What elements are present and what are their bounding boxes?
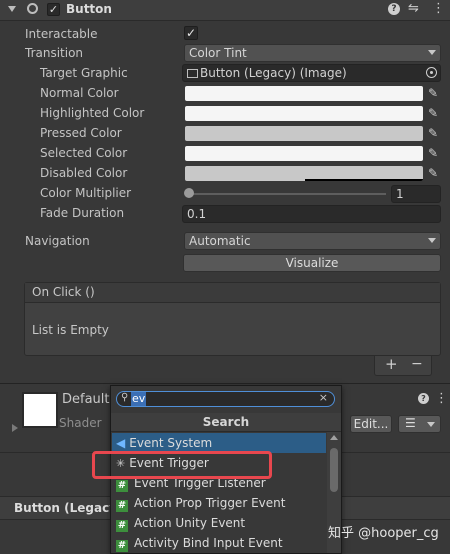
eyedropper-icon[interactable]: ✎ [427, 106, 439, 120]
eyedropper-icon[interactable]: ✎ [427, 86, 439, 100]
transition-dropdown[interactable]: Color Tint [184, 44, 441, 62]
list-item-action-unity-event[interactable]: # Action Unity Event [112, 513, 326, 533]
search-title: Search [202, 415, 250, 429]
interactable-label: Interactable [25, 27, 98, 41]
list-item-label: Action Prop Trigger Event [134, 496, 286, 510]
highlighted-color-swatch[interactable] [185, 106, 423, 121]
script-icon: # [116, 480, 128, 492]
list-item-activity-bind-input-event[interactable]: # Activity Bind Input Event [112, 533, 326, 553]
eyedropper-icon[interactable]: ✎ [427, 146, 439, 160]
remove-listener-button[interactable]: − [411, 356, 423, 372]
edit-label: Edit... [353, 417, 389, 431]
target-graphic-value: Button (Legacy) (Image) [200, 66, 347, 80]
fade-duration-value: 0.1 [187, 207, 207, 221]
selected-color-label: Selected Color [40, 146, 128, 160]
script-icon: # [116, 500, 128, 512]
transition-value: Color Tint [189, 46, 247, 60]
transition-label: Transition [25, 46, 84, 60]
onclick-header-label: On Click () [32, 285, 95, 299]
alpha-bar [305, 179, 423, 181]
bottom-component-title: Button (Legacy) [14, 501, 123, 515]
shader-label: Shader [59, 416, 102, 430]
visualize-label: Visualize [285, 256, 339, 270]
list-item-action-prop-trigger-event[interactable]: # Action Prop Trigger Event [112, 493, 326, 513]
pressed-color-swatch[interactable] [185, 126, 423, 141]
highlighted-color-label: Highlighted Color [40, 106, 145, 120]
component-enabled-icon [27, 3, 38, 14]
component-title: Button [66, 2, 112, 16]
script-icon: # [116, 520, 128, 532]
help-icon[interactable]: ? [418, 393, 429, 404]
list-empty-text: List is Empty [32, 323, 109, 337]
target-graphic-field[interactable]: Button (Legacy) (Image) [182, 64, 441, 82]
clear-search-icon[interactable]: × [319, 391, 328, 404]
navigation-dropdown[interactable]: Automatic [184, 232, 441, 250]
context-menu-icon[interactable]: ⋮ [435, 391, 448, 406]
foldout-arrow-icon[interactable] [12, 424, 18, 432]
fade-duration-label: Fade Duration [40, 206, 125, 220]
material-name: Default [62, 392, 110, 407]
disabled-color-label: Disabled Color [40, 166, 128, 180]
search-header: Search [111, 413, 341, 432]
onclick-event-box: On Click () List is Empty [24, 282, 441, 356]
search-input[interactable]: ⚲ ev × [116, 391, 335, 407]
chevron-down-icon [427, 422, 435, 427]
shader-options-dropdown[interactable]: ☰ [398, 415, 441, 433]
onclick-header: On Click () [25, 283, 440, 303]
search-query: ev [131, 392, 147, 406]
image-icon [187, 69, 198, 78]
color-multiplier-label: Color Multiplier [40, 186, 132, 200]
watermark: 知乎 @hooper_cg [328, 526, 439, 541]
chevron-down-icon [428, 50, 436, 55]
selected-color-swatch[interactable] [185, 146, 423, 161]
event-system-icon: ◀ [116, 436, 126, 450]
script-icon: # [116, 540, 128, 552]
target-graphic-label: Target Graphic [40, 66, 128, 80]
chevron-down-icon [428, 238, 436, 243]
list-icon: ☰ [405, 416, 416, 430]
interactable-checkbox[interactable]: ✓ [184, 26, 198, 40]
component-enabled-checkbox[interactable]: ✓ [47, 3, 60, 16]
visualize-button[interactable]: Visualize [183, 254, 441, 272]
normal-color-label: Normal Color [40, 86, 119, 100]
component-header: ✓ Button ? ⇋ ⋮ [0, 0, 450, 21]
navigation-value: Automatic [189, 234, 251, 248]
list-item-event-system[interactable]: ◀ Event System [112, 433, 326, 453]
fade-duration-input[interactable]: 0.1 [182, 205, 441, 223]
section-divider [0, 383, 450, 384]
material-thumbnail [22, 392, 58, 428]
presets-icon[interactable]: ⇋ [408, 1, 419, 16]
context-menu-icon[interactable]: ⋮ [432, 1, 445, 16]
highlight-annotation [92, 451, 272, 479]
edit-shader-button[interactable]: Edit... [350, 415, 392, 433]
color-multiplier-input[interactable]: 1 [391, 185, 441, 203]
navigation-label: Navigation [25, 234, 90, 248]
scroll-thumb[interactable] [330, 448, 338, 492]
search-icon: ⚲ [121, 392, 129, 403]
pressed-color-label: Pressed Color [40, 126, 122, 140]
add-listener-button[interactable]: + [385, 355, 398, 373]
eyedropper-icon[interactable]: ✎ [427, 166, 439, 180]
normal-color-swatch[interactable] [185, 86, 423, 101]
color-multiplier-slider-track[interactable] [189, 193, 386, 195]
disabled-color-swatch[interactable] [185, 166, 423, 181]
foldout-arrow-icon[interactable] [8, 6, 16, 12]
list-footer: + − [374, 355, 432, 376]
color-multiplier-slider-thumb[interactable] [184, 188, 194, 198]
scroll-up-arrow-icon[interactable] [330, 435, 338, 440]
help-icon[interactable]: ? [388, 3, 400, 15]
eyedropper-icon[interactable]: ✎ [427, 126, 439, 140]
list-item-label: Event System [129, 436, 213, 450]
object-picker-icon[interactable] [426, 67, 437, 78]
list-item-label: Activity Bind Input Event [134, 536, 283, 550]
color-multiplier-value: 1 [396, 187, 404, 201]
list-item-label: Action Unity Event [134, 516, 246, 530]
